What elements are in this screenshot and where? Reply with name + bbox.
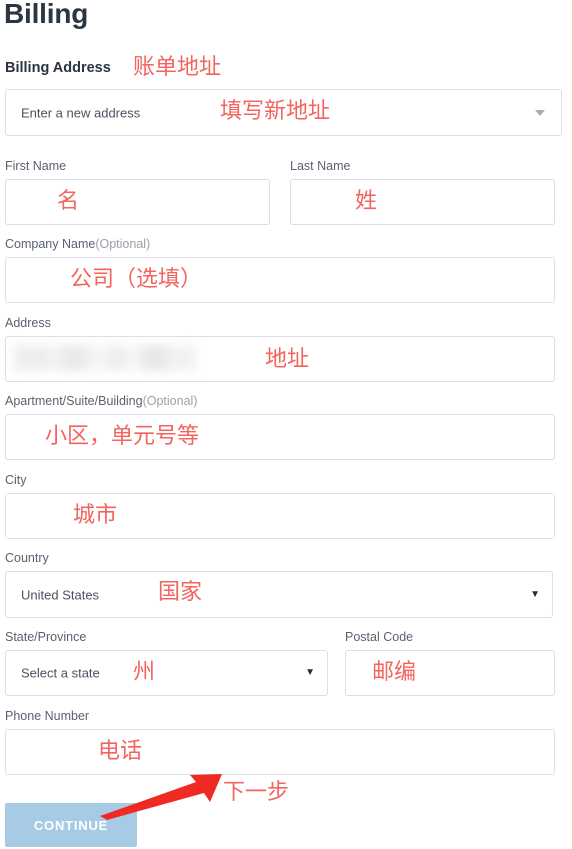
chevron-down-icon (535, 109, 545, 116)
last-name-input[interactable] (290, 179, 555, 225)
company-name-input[interactable] (5, 257, 555, 303)
state-select-value: Select a state (21, 665, 100, 681)
postal-code-input[interactable] (345, 650, 555, 696)
country-label: Country (5, 551, 49, 565)
first-name-input[interactable] (5, 179, 270, 225)
apartment-optional: (Optional) (142, 394, 198, 408)
caret-down-icon: ▼ (305, 667, 315, 678)
phone-number-label: Phone Number (5, 709, 90, 723)
last-name-label: Last Name (290, 159, 351, 173)
city-input[interactable] (5, 493, 555, 539)
address-select[interactable]: Enter a new address (5, 89, 562, 136)
postal-code-label: Postal Code (345, 630, 414, 644)
address-label: Address (5, 316, 51, 330)
phone-number-input[interactable] (5, 729, 555, 775)
country-select-value: United States (21, 587, 100, 602)
company-name-optional: (Optional) (95, 237, 151, 251)
annotation-next-step: 下一步 (223, 779, 290, 804)
company-name-label-text: Company Name (5, 237, 96, 251)
billing-page: Billing Billing Address Enter a new addr… (0, 0, 572, 849)
apartment-label-text: Apartment/Suite/Building (5, 394, 143, 408)
annotation-billing-address: 账单地址 (133, 54, 222, 79)
country-select[interactable]: United States ▼ (5, 571, 553, 618)
address-select-value: Enter a new address (21, 105, 141, 120)
state-select[interactable]: Select a state ▼ (5, 650, 328, 696)
billing-address-heading: Billing Address (5, 60, 111, 76)
first-name-label: First Name (5, 159, 67, 173)
address-value-redacted (14, 345, 196, 371)
apartment-label: Apartment/Suite/Building(Optional) (5, 393, 197, 409)
company-name-label: Company Name(Optional) (5, 236, 150, 252)
state-label: State/Province (5, 630, 87, 644)
continue-button[interactable]: CONTINUE (5, 803, 137, 847)
apartment-input[interactable] (5, 414, 555, 460)
city-label: City (5, 473, 27, 487)
page-title: Billing (4, 0, 89, 29)
caret-down-icon: ▼ (530, 588, 540, 600)
address-input[interactable] (5, 336, 555, 382)
